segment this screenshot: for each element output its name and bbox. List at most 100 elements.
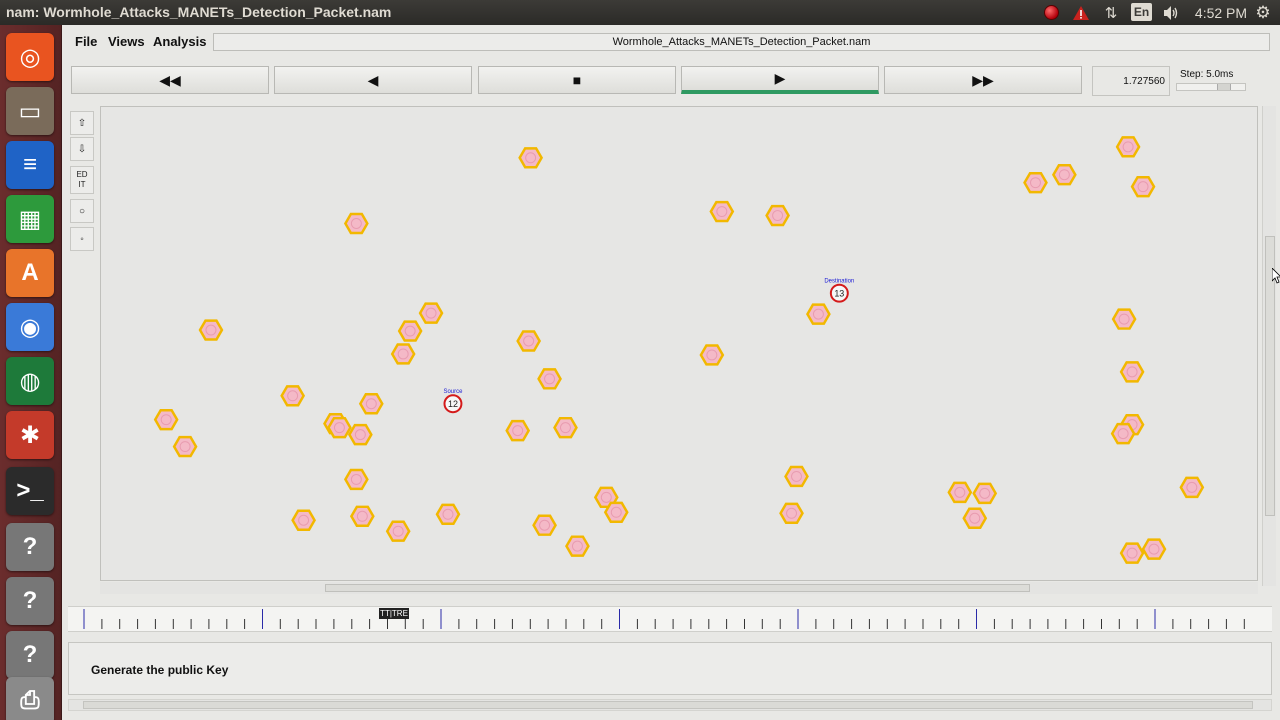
unknown-app-icon[interactable]: ? (6, 577, 54, 625)
network-node[interactable] (779, 502, 804, 524)
network-node[interactable] (537, 368, 562, 390)
timeline-ticks (83, 609, 1245, 629)
network-node[interactable] (291, 509, 316, 531)
network-node[interactable] (1111, 308, 1137, 330)
annotation-scroll-thumb[interactable] (83, 701, 1253, 709)
network-node[interactable] (553, 416, 578, 439)
network-node[interactable] (784, 465, 809, 488)
software-center-icon[interactable]: A (6, 249, 54, 297)
network-node[interactable] (603, 501, 629, 523)
network-node[interactable] (1119, 361, 1145, 383)
network-node[interactable] (343, 212, 369, 235)
unknown-app-icon[interactable]: ? (6, 523, 54, 571)
destination-node-id: 13 (834, 289, 844, 299)
record-indicator-icon[interactable] (1042, 3, 1061, 22)
files-icon[interactable]: ▭ (6, 87, 54, 135)
network-node[interactable] (1119, 542, 1145, 564)
chromium-icon[interactable]: ◉ (6, 303, 54, 351)
network-node[interactable] (947, 481, 973, 504)
network-canvas[interactable]: 12 Source 13 Destination (100, 106, 1258, 581)
destination-node[interactable]: 13 Destination (824, 278, 854, 303)
node-circle-icon[interactable]: ○ (70, 199, 94, 223)
network-node[interactable] (1051, 164, 1077, 186)
network-node[interactable] (327, 416, 352, 439)
writer-icon[interactable]: ≡ (6, 141, 54, 189)
network-node[interactable] (349, 505, 375, 527)
step-back-button[interactable]: ◀ (274, 66, 472, 94)
edit-tool-button[interactable]: ED IT (70, 166, 94, 194)
annotation-scrollbar[interactable] (68, 699, 1272, 711)
settings-icon[interactable]: ✱ (6, 411, 54, 459)
network-node[interactable] (972, 482, 998, 505)
volume-icon[interactable] (1160, 3, 1182, 22)
canvas-horizontal-scrollbar[interactable] (100, 582, 1258, 594)
small-node-icon[interactable]: ◦ (70, 227, 94, 251)
destination-node-label: Destination (824, 278, 854, 284)
network-node[interactable] (518, 147, 544, 169)
network-node[interactable] (1141, 538, 1167, 560)
window-title: nam: Wormhole_Attacks_MANETs_Detection_P… (6, 4, 392, 20)
menubar: File Views Analysis Wormhole_Attacks_MAN… (62, 25, 1280, 59)
play-button[interactable]: ▶ (681, 66, 879, 94)
network-node[interactable] (198, 319, 224, 341)
rewind-icon: ◀◀ (159, 71, 181, 88)
source-node[interactable]: 12 Source (443, 389, 463, 414)
network-node[interactable] (699, 344, 725, 366)
network-node[interactable] (532, 514, 557, 536)
network-icon[interactable]: ⇅ (1101, 3, 1121, 22)
network-node[interactable] (709, 200, 735, 223)
terminal-icon[interactable]: >_ (6, 467, 54, 515)
network-node[interactable] (343, 468, 369, 491)
step-slider-thumb[interactable] (1217, 84, 1231, 90)
network-node[interactable] (1179, 476, 1205, 499)
network-node[interactable] (358, 393, 384, 415)
network-node[interactable] (172, 435, 198, 458)
network-node[interactable] (347, 423, 373, 446)
back-icon: ◀ (367, 71, 379, 88)
network-node[interactable] (397, 320, 423, 342)
network-node[interactable] (153, 408, 179, 431)
network-node[interactable] (385, 520, 411, 542)
network-node[interactable] (806, 303, 831, 325)
network-node[interactable] (1110, 422, 1136, 445)
calc-icon[interactable]: ▦ (6, 195, 54, 243)
keyboard-layout-indicator[interactable]: En (1131, 3, 1152, 21)
menu-views[interactable]: Views (108, 34, 145, 49)
fast-forward-button[interactable]: ▶▶ (884, 66, 1082, 94)
playback-controls: ◀◀ ◀ ■ ▶ ▶▶ 1.727560 Step: 5.0ms (62, 59, 1280, 101)
time-slider[interactable]: TT|TRE (68, 606, 1272, 632)
network-node[interactable] (765, 204, 790, 227)
menu-file[interactable]: File (75, 34, 97, 49)
rewind-button[interactable]: ◀◀ (71, 66, 269, 94)
menu-analysis[interactable]: Analysis (153, 34, 206, 49)
network-node[interactable] (1130, 175, 1156, 198)
printer-icon[interactable]: ⎙ (6, 677, 54, 720)
network-node[interactable] (516, 330, 542, 352)
network-node[interactable] (418, 302, 444, 324)
horizontal-scroll-thumb[interactable] (325, 584, 1030, 592)
zoom-out-icon[interactable]: ⇩ (70, 137, 94, 161)
network-node[interactable] (962, 507, 988, 529)
stop-button[interactable]: ■ (478, 66, 676, 94)
network-node[interactable] (390, 343, 416, 365)
globe-icon[interactable]: ◍ (6, 357, 54, 405)
alert-icon[interactable] (1070, 3, 1092, 22)
annotation-text[interactable]: Generate the public Key (91, 663, 228, 677)
clock[interactable]: 4:52 PM (1193, 3, 1249, 22)
canvas-vertical-scrollbar[interactable] (1262, 106, 1276, 586)
network-node[interactable] (280, 385, 306, 407)
network-node[interactable] (435, 503, 461, 525)
unknown-app-icon[interactable]: ? (6, 631, 54, 679)
ubuntu-dash-icon[interactable]: ◎ (6, 33, 54, 81)
network-node[interactable] (1115, 136, 1141, 158)
system-gear-icon[interactable]: ⚙ (1253, 3, 1273, 22)
launcher: ◎ ▭ ≡ ▦ A ◉ ◍ ✱ >_??? ⎙ (0, 25, 61, 720)
play-icon: ▶ (774, 70, 786, 86)
network-node[interactable] (565, 535, 590, 557)
zoom-in-icon[interactable]: ⇧ (70, 111, 94, 135)
file-title: Wormhole_Attacks_MANETs_Detection_Packet… (213, 33, 1270, 51)
time-slider-marker[interactable]: TT|TRE (379, 608, 409, 619)
network-node[interactable] (1023, 171, 1048, 194)
step-slider[interactable] (1176, 83, 1246, 91)
network-node[interactable] (505, 419, 531, 442)
